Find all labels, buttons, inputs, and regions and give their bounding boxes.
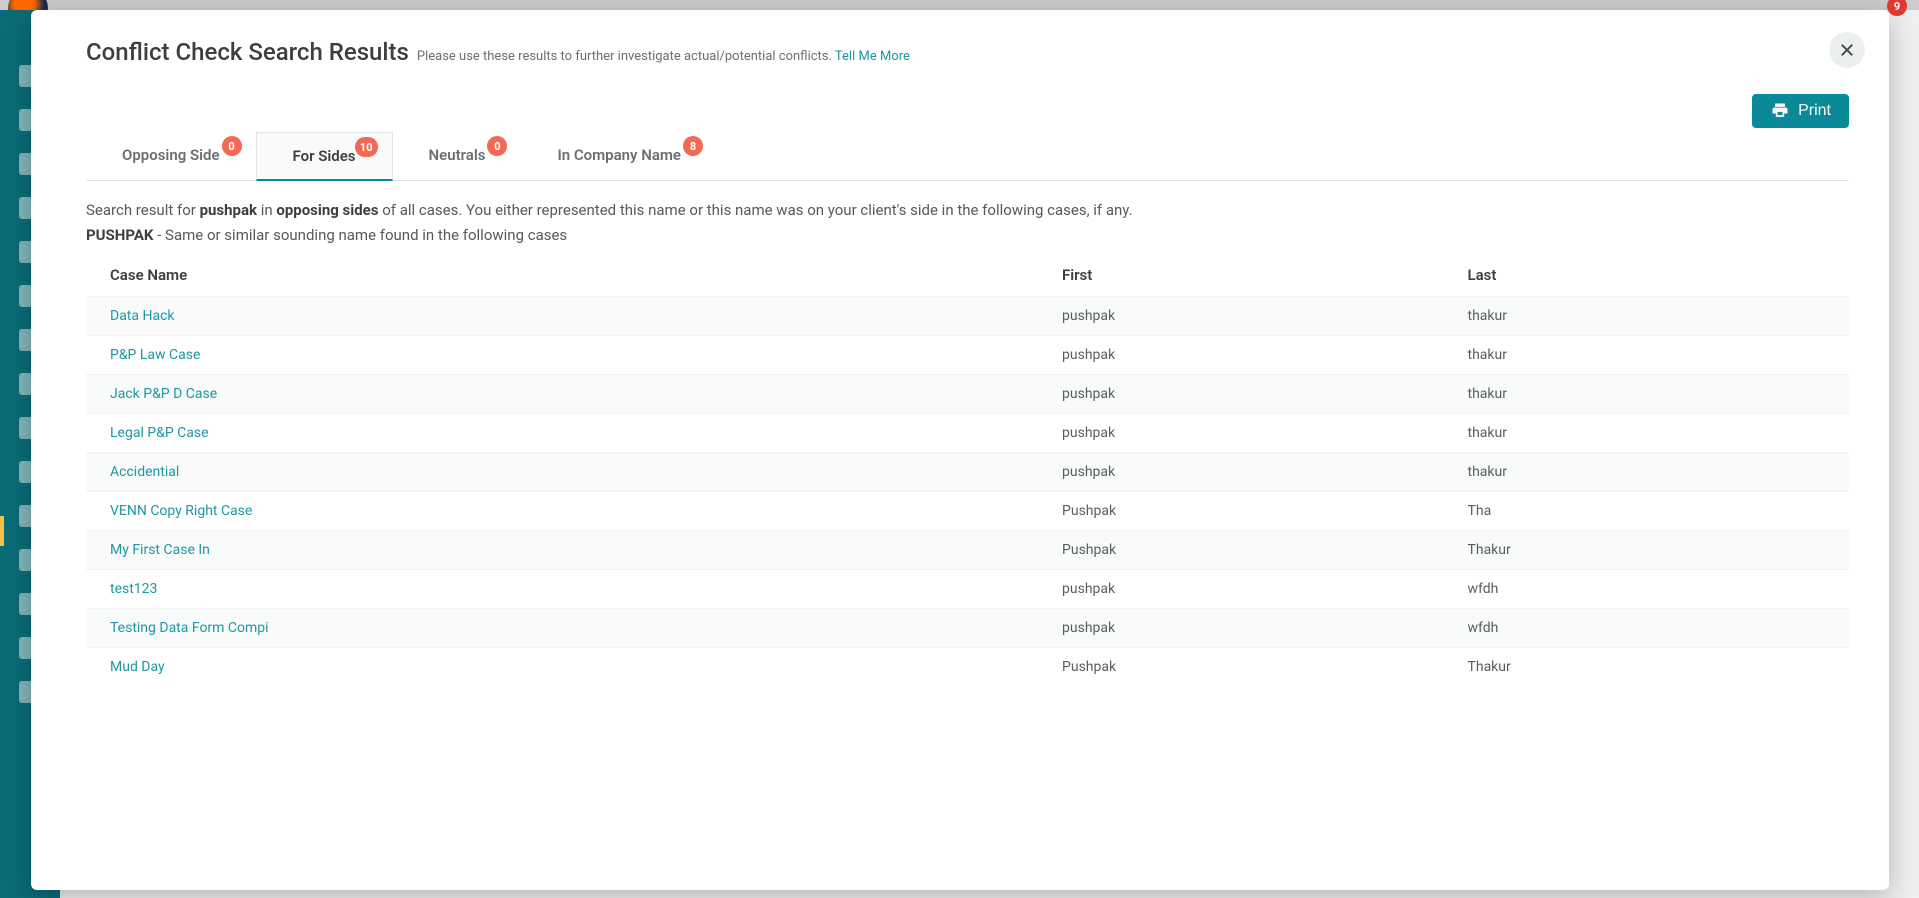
cell-case-name: Mud Day (86, 647, 1038, 686)
cell-first: Pushpak (1038, 647, 1443, 686)
case-link[interactable]: P&P Law Case (110, 347, 200, 363)
results-table: Case Name First Last Data Hackpushpaktha… (86, 256, 1849, 686)
cell-last: thakur (1444, 335, 1850, 374)
conflict-check-modal: Conflict Check Search Results Please use… (31, 10, 1889, 890)
close-button[interactable] (1829, 32, 1865, 68)
case-link[interactable]: VENN Copy Right Case (110, 503, 252, 519)
close-icon (1838, 41, 1856, 59)
modal-title: Conflict Check Search Results (86, 38, 409, 66)
tab-in-company-name[interactable]: In Company Name8 (521, 132, 717, 180)
cell-last: wfdh (1444, 608, 1850, 647)
cell-case-name: Data Hack (86, 296, 1038, 335)
cell-last: thakur (1444, 296, 1850, 335)
blurb-mid: in (257, 201, 276, 219)
case-link[interactable]: Data Hack (110, 308, 175, 324)
cell-case-name: Accidential (86, 452, 1038, 491)
table-row: Testing Data Form Compi pushpakwfdh (86, 608, 1849, 647)
tab-badge: 0 (487, 136, 507, 156)
table-row: VENN Copy Right Case PushpakTha (86, 491, 1849, 530)
cell-case-name: Testing Data Form Compi (86, 608, 1038, 647)
case-link[interactable]: test123 (110, 581, 157, 597)
cell-last: thakur (1444, 374, 1850, 413)
cell-last: Thakur (1444, 530, 1850, 569)
print-icon (1770, 101, 1790, 121)
table-row: test123 pushpakwfdh (86, 569, 1849, 608)
cell-case-name: VENN Copy Right Case (86, 491, 1038, 530)
modal-subtitle-text: Please use these results to further inve… (417, 49, 835, 64)
cell-case-name: Legal P&P Case (86, 413, 1038, 452)
tab-badge: 8 (683, 136, 703, 156)
tell-me-more-link[interactable]: Tell Me More (835, 49, 910, 64)
case-link[interactable]: Testing Data Form Compi (110, 620, 269, 636)
case-link[interactable]: My First Case In (110, 542, 210, 558)
tab-for-sides[interactable]: For Sides10 (256, 132, 393, 181)
cell-first: Pushpak (1038, 491, 1443, 530)
col-header-case: Case Name (86, 256, 1038, 297)
blurb-field: opposing sides (276, 201, 378, 219)
table-row: Legal P&P Case pushpakthakur (86, 413, 1849, 452)
modal-header: Conflict Check Search Results Please use… (86, 38, 1849, 66)
table-row: Accidential pushpakthakur (86, 452, 1849, 491)
blurb2-suffix: - Same or similar sounding name found in… (153, 226, 567, 244)
blurb-suffix: of all cases. You either represented thi… (378, 201, 1132, 219)
cell-first: pushpak (1038, 452, 1443, 491)
print-row: Print (86, 94, 1849, 128)
tabs: Opposing Side0For Sides10Neutrals0In Com… (86, 132, 1849, 181)
table-row: Data Hack pushpakthakur (86, 296, 1849, 335)
cell-first: pushpak (1038, 374, 1443, 413)
cell-first: Pushpak (1038, 530, 1443, 569)
cell-case-name: test123 (86, 569, 1038, 608)
cell-first: pushpak (1038, 335, 1443, 374)
table-row: My First Case In PushpakThakur (86, 530, 1849, 569)
notification-badge: 9 (1887, 0, 1907, 16)
blurb2-term: PUSHPAK (86, 226, 153, 244)
result-description: Search result for pushpak in opposing si… (86, 199, 1849, 222)
tab-badge: 0 (222, 136, 242, 156)
table-row: P&P Law Case pushpakthakur (86, 335, 1849, 374)
blurb-term: pushpak (200, 201, 257, 219)
tab-label: In Company Name (557, 146, 681, 164)
sidebar-active-indicator (0, 516, 4, 546)
modal-subtitle: Please use these results to further inve… (417, 49, 910, 64)
cell-case-name: My First Case In (86, 530, 1038, 569)
col-header-last: Last (1444, 256, 1850, 297)
tab-neutrals[interactable]: Neutrals0 (393, 132, 522, 180)
cell-first: pushpak (1038, 296, 1443, 335)
cell-case-name: Jack P&P D Case (86, 374, 1038, 413)
print-button[interactable]: Print (1752, 94, 1849, 128)
browser-chrome-hint (0, 0, 1919, 10)
blurb-prefix: Search result for (86, 201, 200, 219)
cell-last: thakur (1444, 452, 1850, 491)
cell-last: wfdh (1444, 569, 1850, 608)
table-row: Mud Day PushpakThakur (86, 647, 1849, 686)
case-link[interactable]: Legal P&P Case (110, 425, 209, 441)
case-link[interactable]: Accidential (110, 464, 179, 480)
tab-label: Neutrals (429, 146, 486, 164)
cell-first: pushpak (1038, 569, 1443, 608)
result-description-2: PUSHPAK - Same or similar sounding name … (86, 226, 1849, 244)
tab-label: For Sides (293, 147, 356, 165)
tab-label: Opposing Side (122, 146, 220, 164)
tab-badge: 10 (355, 137, 378, 157)
cell-first: pushpak (1038, 413, 1443, 452)
col-header-first: First (1038, 256, 1443, 297)
case-link[interactable]: Mud Day (110, 659, 165, 675)
tab-opposing-side[interactable]: Opposing Side0 (86, 132, 256, 180)
cell-case-name: P&P Law Case (86, 335, 1038, 374)
print-button-label: Print (1798, 102, 1831, 120)
cell-last: Thakur (1444, 647, 1850, 686)
cell-last: Tha (1444, 491, 1850, 530)
cell-first: pushpak (1038, 608, 1443, 647)
cell-last: thakur (1444, 413, 1850, 452)
case-link[interactable]: Jack P&P D Case (110, 386, 217, 402)
table-row: Jack P&P D Case pushpakthakur (86, 374, 1849, 413)
modal-scroll-pane[interactable]: Search result for pushpak in opposing si… (86, 181, 1859, 866)
